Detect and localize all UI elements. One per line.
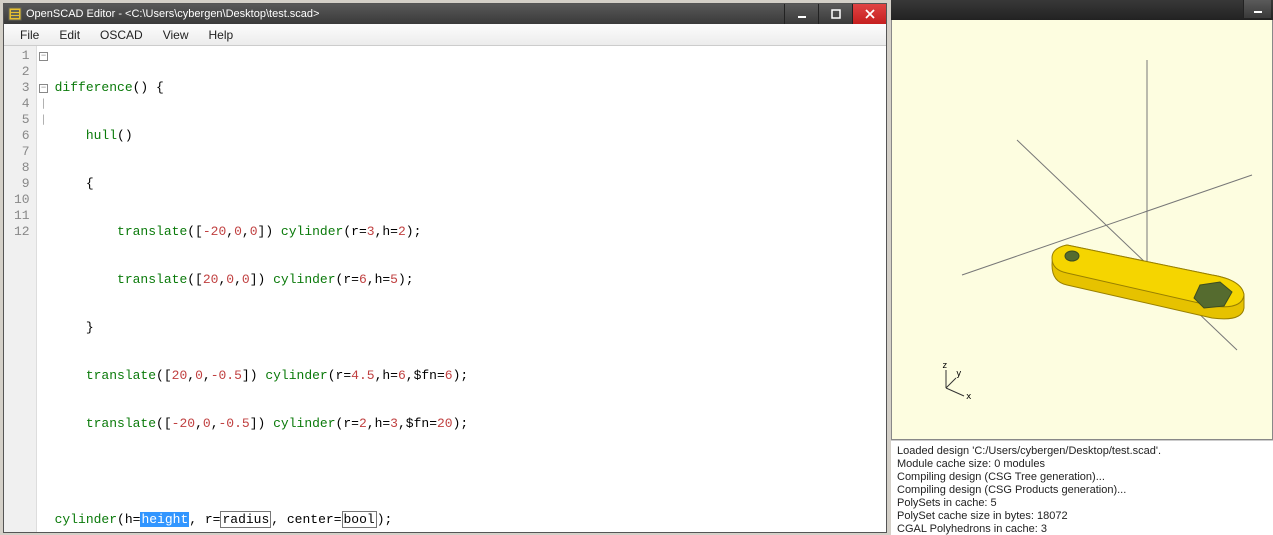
- console-line: PolySets in cache: 5: [897, 497, 1267, 510]
- viewer-titlebar[interactable]: [891, 0, 1273, 20]
- console-output[interactable]: Loaded design 'C:/Users/cybergen/Desktop…: [891, 440, 1273, 535]
- selected-placeholder: height: [140, 512, 189, 527]
- console-line: Module cache size: 0 modules: [897, 458, 1267, 471]
- code-editor[interactable]: 123456789101112 − − ││ difference() { hu…: [4, 46, 886, 532]
- app-icon: [8, 7, 22, 21]
- svg-text:x: x: [966, 392, 972, 402]
- svg-text:y: y: [956, 369, 962, 379]
- minimize-button[interactable]: [784, 4, 818, 24]
- editor-titlebar[interactable]: OpenSCAD Editor - <C:\Users\cybergen\Des…: [4, 4, 886, 24]
- fold-icon[interactable]: −: [37, 80, 51, 96]
- menu-help[interactable]: Help: [199, 25, 244, 45]
- console-line: Loaded design 'C:/Users/cybergen/Desktop…: [897, 445, 1267, 458]
- menu-edit[interactable]: Edit: [49, 25, 90, 45]
- fold-gutter: − − ││: [37, 46, 51, 532]
- console-line: PolySet cache size in bytes: 18072: [897, 510, 1267, 523]
- viewer-window-controls: [1243, 0, 1271, 20]
- console-line: CGAL Polyhedrons in cache: 3: [897, 523, 1267, 535]
- menu-file[interactable]: File: [10, 25, 49, 45]
- maximize-button[interactable]: [818, 4, 852, 24]
- viewer-minimize-button[interactable]: [1243, 0, 1271, 18]
- fold-icon[interactable]: −: [37, 48, 51, 64]
- placeholder-radius: radius: [220, 511, 271, 528]
- editor-window: OpenSCAD Editor - <C:\Users\cybergen\Des…: [3, 3, 887, 533]
- svg-text:z: z: [942, 361, 947, 371]
- window-controls: [784, 4, 886, 24]
- line-gutter: 123456789101112: [4, 46, 37, 532]
- viewer-3d-canvas[interactable]: z x y: [891, 20, 1273, 440]
- axis-indicator: z x y: [934, 366, 974, 409]
- code-text[interactable]: difference() { hull() { translate([-20,0…: [51, 46, 473, 532]
- close-button[interactable]: [852, 4, 886, 24]
- menubar: File Edit OSCAD View Help: [4, 24, 886, 46]
- console-line: Compiling design (CSG Tree generation)..…: [897, 471, 1267, 484]
- menu-oscad[interactable]: OSCAD: [90, 25, 153, 45]
- console-line: Compiling design (CSG Products generatio…: [897, 484, 1267, 497]
- menu-view[interactable]: View: [153, 25, 199, 45]
- placeholder-bool: bool: [342, 511, 377, 528]
- window-title: OpenSCAD Editor - <C:\Users\cybergen\Des…: [26, 8, 319, 20]
- viewer-window: z x y Loaded design 'C:/Users/cybergen/D…: [891, 0, 1273, 535]
